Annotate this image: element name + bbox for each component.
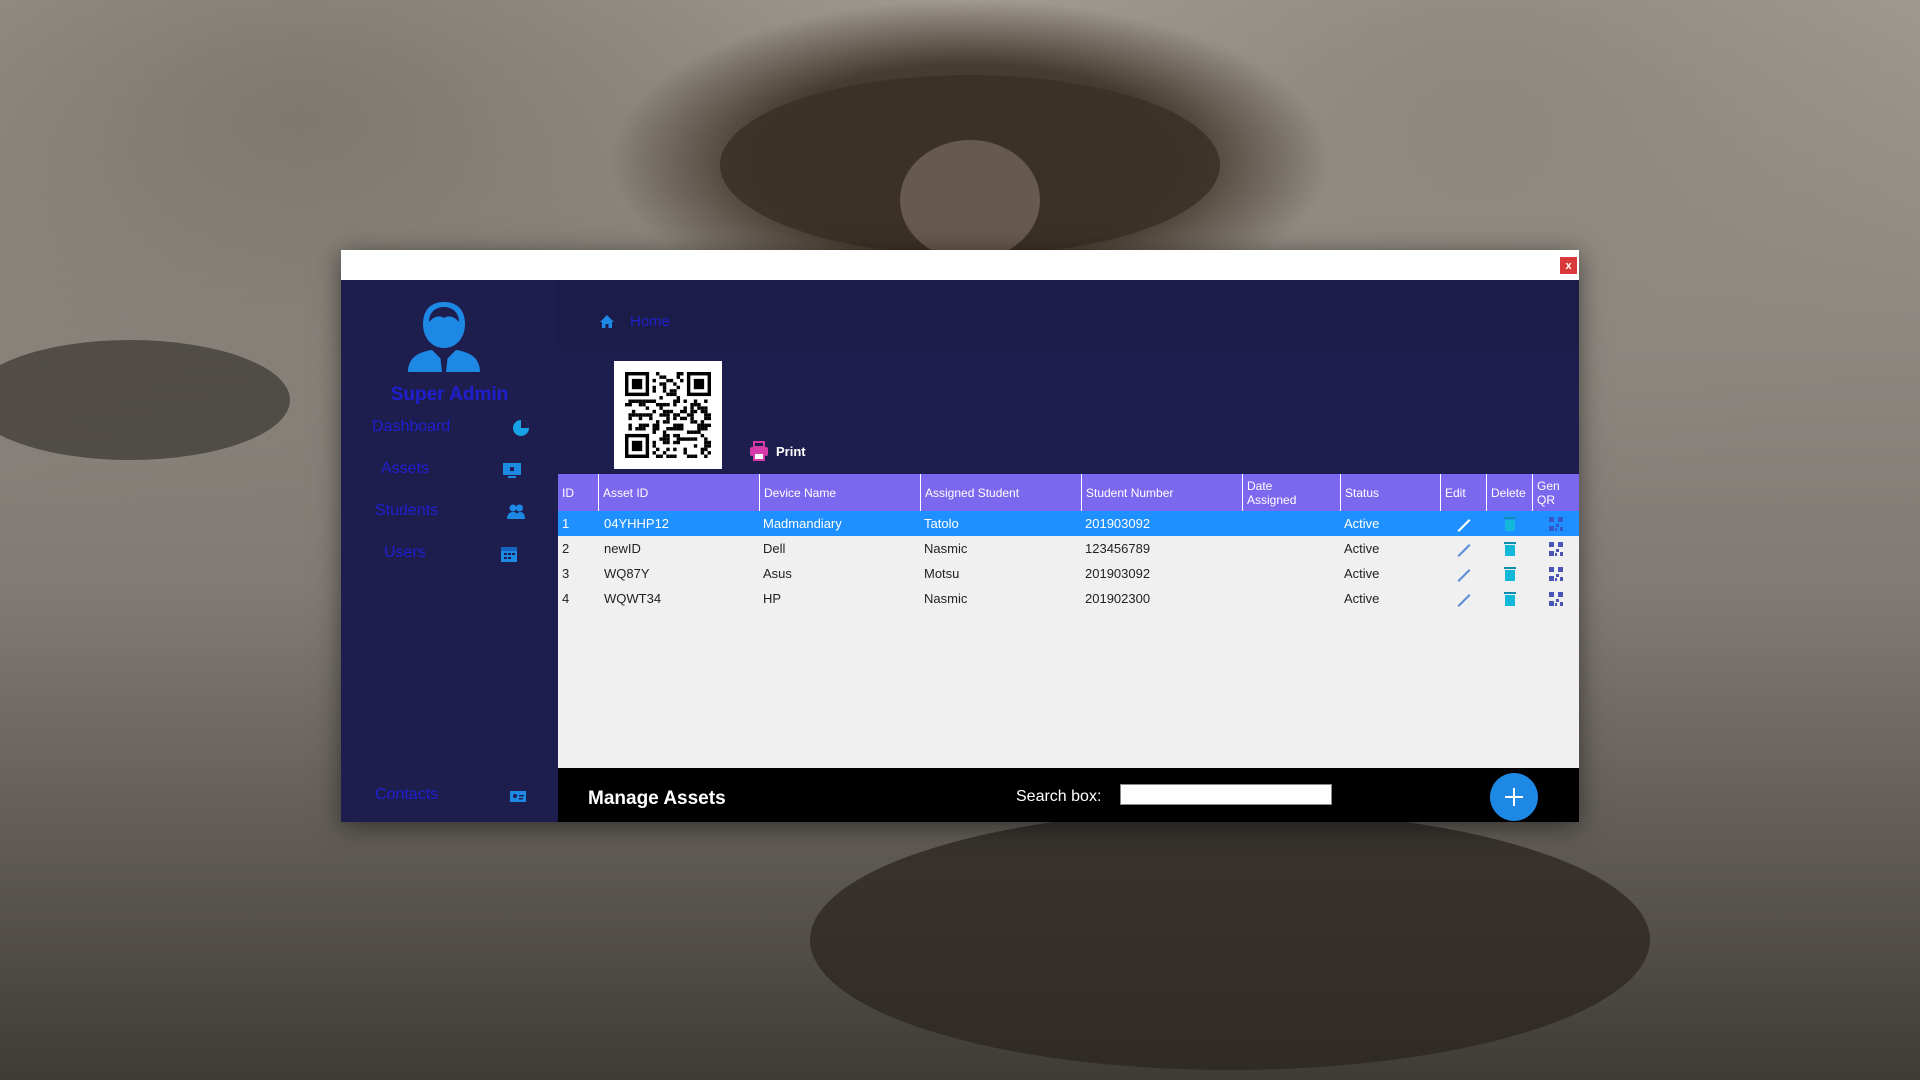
edit-icon[interactable] [1453,538,1475,559]
cell-asset-id: 04YHHP12 [604,516,670,531]
cell-id: 1 [562,516,570,531]
add-asset-button[interactable] [1490,773,1538,821]
sidebar-item-students[interactable]: Students [341,496,558,526]
cell-student-number: 123456789 [1085,541,1151,556]
qr-code-icon[interactable] [1545,513,1567,534]
column-header-asset-id[interactable]: Asset ID [599,474,760,511]
cell-status: Active [1344,591,1380,606]
page-title: Manage Assets [588,788,726,809]
cell-assigned-student: Nasmic [924,541,968,556]
main-panel: Home Print ID Asset ID Device Name Assig… [558,280,1579,822]
table-row[interactable]: 2 newID Dell Nasmic 123456789 Active [558,536,1579,561]
breadcrumb: Home [558,280,1579,350]
cell-status: Active [1344,541,1380,556]
sidebar-item-contacts[interactable]: Contacts [341,780,558,810]
table-row[interactable]: 3 WQ87Y Asus Motsu 201903092 Active [558,561,1579,586]
breadcrumb-home-link[interactable]: Home [630,313,670,330]
sidebar-item-label: Students [375,502,439,519]
contact-card-icon [510,791,526,802]
user-avatar-icon [408,302,480,372]
column-header-edit[interactable]: Edit [1441,474,1487,511]
cell-asset-id: newID [604,541,641,556]
cell-assigned-student: Motsu [924,566,960,581]
edit-icon[interactable] [1453,563,1475,584]
qr-code-icon[interactable] [1545,538,1567,559]
calendar-icon [501,547,517,562]
table-row[interactable]: 4 WQWT34 HP Nasmic 201902300 Active [558,586,1579,611]
cell-device-name: Madmandiary [763,516,842,531]
column-header-date-assigned[interactable]: Date Assigned [1243,474,1341,511]
cell-asset-id: WQ87Y [604,566,650,581]
sidebar-item-label: Users [384,544,426,561]
sidebar-item-label: Assets [381,460,430,477]
column-header-assigned-student[interactable]: Assigned Student [921,474,1082,511]
trash-icon[interactable] [1499,538,1521,559]
cell-status: Active [1344,566,1380,581]
cell-id: 2 [562,541,570,556]
trash-icon[interactable] [1499,563,1521,584]
column-header-id[interactable]: ID [558,474,599,511]
cell-device-name: HP [763,591,782,606]
edit-icon[interactable] [1453,588,1475,609]
assets-table: ID Asset ID Device Name Assigned Student… [558,474,1579,768]
table-row[interactable]: 1 04YHHP12 Madmandiary Tatolo 201903092 Activ… [558,511,1579,536]
cell-assigned-student: Nasmic [924,591,968,606]
sidebar-item-users[interactable]: Users [341,538,558,568]
edit-icon[interactable] [1453,513,1475,534]
cell-device-name: Dell [763,541,786,556]
cell-asset-id: WQWT34 [604,591,662,606]
cell-student-number: 201902300 [1085,591,1151,606]
cell-assigned-student: Tatolo [924,516,959,531]
cell-id: 3 [562,566,570,581]
sidebar-item-label: Contacts [375,786,439,803]
home-icon[interactable] [599,314,615,329]
monitor-icon [503,463,521,478]
qr-code-icon[interactable] [1545,563,1567,584]
app-window: x Super Admin Dashboard Assets Students [341,250,1579,822]
print-label: Print [776,443,806,459]
search-input[interactable] [1120,784,1332,805]
plus-icon [1505,788,1523,806]
print-button[interactable]: Print [748,438,806,464]
column-header-gen-qr[interactable]: Gen QR [1533,474,1579,511]
sidebar: Super Admin Dashboard Assets Students Us… [341,280,558,822]
column-header-status[interactable]: Status [1341,474,1441,511]
bottom-bar: Manage Assets Search box: [558,768,1579,822]
search-label: Search box: [1016,788,1102,805]
printer-icon [750,441,768,461]
qr-code-preview [614,361,722,469]
sidebar-item-label: Dashboard [372,418,451,435]
close-button[interactable]: x [1560,257,1577,274]
title-bar: x [341,250,1579,280]
column-header-delete[interactable]: Delete [1487,474,1533,511]
users-icon [507,504,525,519]
cell-student-number: 201903092 [1085,566,1151,581]
sidebar-item-assets[interactable]: Assets [341,454,558,484]
table-header: ID Asset ID Device Name Assigned Student… [558,474,1579,511]
qr-code-icon [625,372,711,458]
cell-id: 4 [562,591,570,606]
pie-chart-icon [513,420,529,436]
cell-student-number: 201903092 [1085,516,1151,531]
cell-status: Active [1344,516,1380,531]
trash-icon[interactable] [1499,513,1521,534]
trash-icon[interactable] [1499,588,1521,609]
column-header-device-name[interactable]: Device Name [760,474,921,511]
qr-code-icon[interactable] [1545,588,1567,609]
sidebar-item-dashboard[interactable]: Dashboard [341,412,558,442]
cell-device-name: Asus [763,566,792,581]
user-role-label: Super Admin [390,384,509,405]
column-header-student-number[interactable]: Student Number [1082,474,1243,511]
